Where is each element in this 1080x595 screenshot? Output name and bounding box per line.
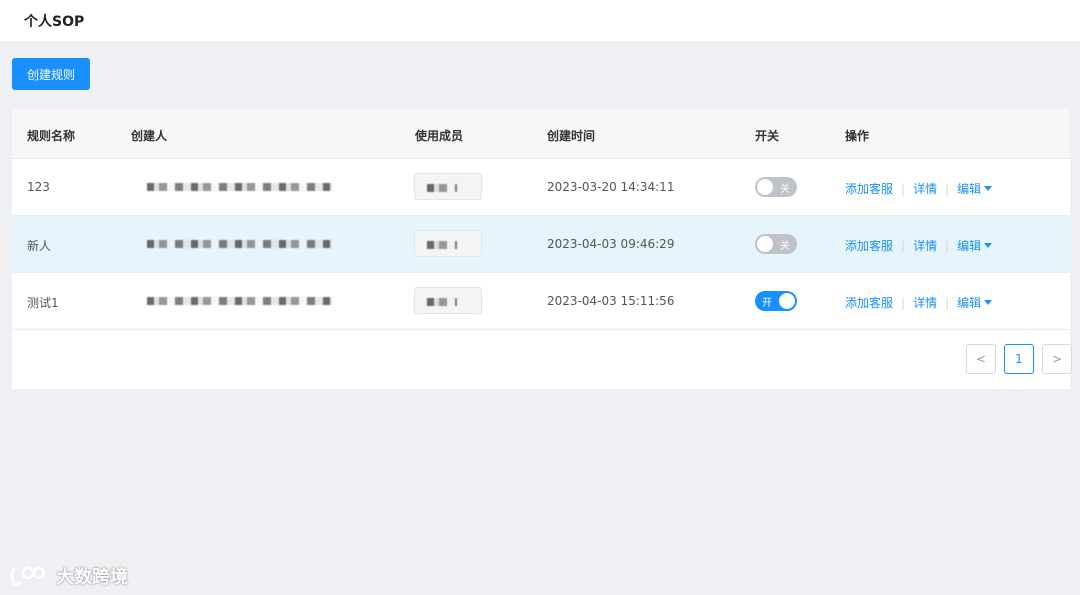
row-actions: 添加客服 | 详情 | 编辑 (845, 237, 993, 254)
created-time: 2023-04-03 09:46:29 (547, 237, 675, 251)
creator-redacted (147, 237, 332, 251)
toggle-label: 关 (780, 184, 790, 195)
top-bar: 个人SOP (0, 0, 1080, 43)
column-header-created-time: 创建时间 (547, 129, 596, 143)
table-row: 新人 2023-04-03 09:46:29 关 添加客服 | 详情 | 编辑 (12, 216, 1070, 273)
rule-name: 测试1 (27, 296, 59, 310)
divider: | (945, 182, 950, 196)
toggle-knob (779, 293, 795, 309)
toggle-label: 开 (762, 298, 772, 309)
toggle-knob (757, 236, 773, 252)
edit-label: 编辑 (957, 239, 982, 253)
creator-redacted (147, 180, 332, 194)
edit-label: 编辑 (957, 296, 982, 310)
creator-redacted (147, 294, 332, 308)
divider: | (945, 296, 950, 310)
watermark-text: 大数跨境 (56, 567, 128, 588)
column-header-switch: 开关 (755, 129, 780, 143)
divider: | (901, 182, 906, 196)
rule-name: 新人 (27, 239, 52, 253)
table-row: 测试1 2023-04-03 15:11:56 开 添加客服 | 详情 | 编辑 (12, 273, 1070, 330)
add-service-link[interactable]: 添加客服 (845, 182, 893, 196)
row-actions: 添加客服 | 详情 | 编辑 (845, 294, 993, 311)
row-actions: 添加客服 | 详情 | 编辑 (845, 180, 993, 197)
details-link[interactable]: 详情 (913, 239, 937, 253)
add-service-link[interactable]: 添加客服 (845, 239, 893, 253)
enable-toggle[interactable]: 开 (755, 291, 797, 311)
enable-toggle[interactable]: 关 (755, 177, 797, 197)
member-chip-redacted (414, 173, 482, 200)
edit-label: 编辑 (957, 182, 982, 196)
caret-down-icon (984, 243, 993, 248)
column-header-actions: 操作 (845, 129, 870, 143)
add-service-link[interactable]: 添加客服 (845, 296, 893, 310)
logo-icon (10, 566, 46, 586)
pagination: < 1 > (966, 344, 1072, 374)
rule-name: 123 (27, 180, 50, 194)
member-chip-redacted (414, 287, 482, 314)
watermark: 大数跨境 (8, 563, 128, 589)
edit-dropdown[interactable]: 编辑 (957, 182, 993, 196)
caret-down-icon (984, 186, 993, 191)
caret-down-icon (984, 300, 993, 305)
toggle-knob (757, 179, 773, 195)
edit-dropdown[interactable]: 编辑 (957, 239, 993, 253)
divider: | (901, 296, 906, 310)
table-header: 规则名称 创建人 使用成员 创建时间 开关 操作 (12, 109, 1070, 159)
enable-toggle[interactable]: 关 (755, 234, 797, 254)
created-time: 2023-03-20 14:34:11 (547, 180, 675, 194)
next-page-button[interactable]: > (1042, 344, 1072, 374)
prev-page-button[interactable]: < (966, 344, 996, 374)
details-link[interactable]: 详情 (913, 182, 937, 196)
page-1-button[interactable]: 1 (1004, 344, 1034, 374)
toggle-label: 关 (780, 241, 790, 252)
created-time: 2023-04-03 15:11:56 (547, 294, 675, 308)
column-header-creator: 创建人 (131, 129, 168, 143)
table-row: 123 2023-03-20 14:34:11 关 添加客服 | 详情 | 编辑 (12, 159, 1070, 216)
column-header-rule-name: 规则名称 (27, 129, 76, 143)
rules-table-panel: 规则名称 创建人 使用成员 创建时间 开关 操作 123 2023-03-20 … (12, 109, 1072, 389)
divider: | (901, 239, 906, 253)
divider: | (945, 239, 950, 253)
column-header-members: 使用成员 (415, 129, 464, 143)
details-link[interactable]: 详情 (913, 296, 937, 310)
page-title: 个人SOP (24, 14, 85, 30)
member-chip-redacted (414, 230, 482, 257)
create-rule-button[interactable]: 创建规则 (12, 58, 90, 90)
edit-dropdown[interactable]: 编辑 (957, 296, 993, 310)
